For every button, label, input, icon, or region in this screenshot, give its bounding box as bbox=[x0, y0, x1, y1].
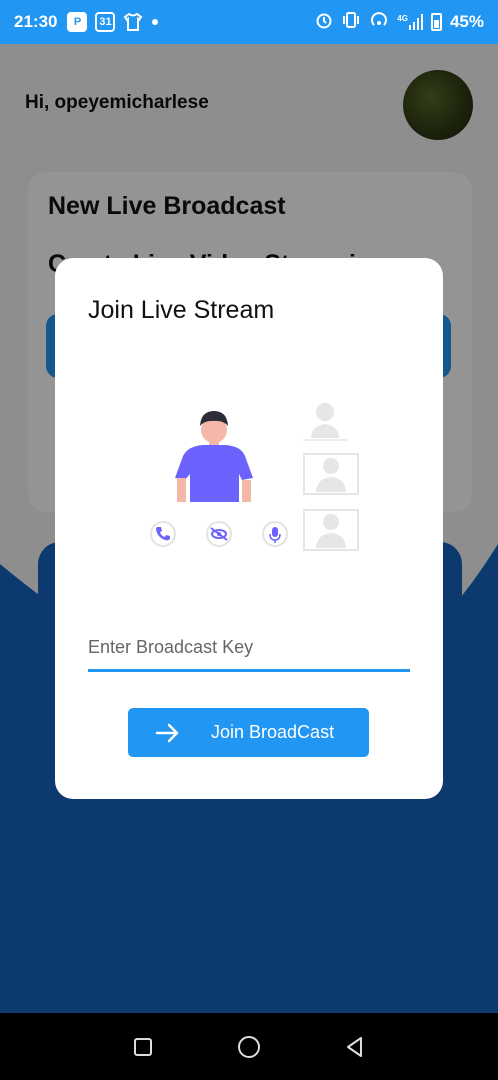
dot-icon bbox=[151, 18, 159, 26]
join-broadcast-label: Join BroadCast bbox=[211, 722, 335, 742]
alarm-icon bbox=[315, 11, 333, 34]
system-nav-bar bbox=[0, 1013, 498, 1080]
network-type: 4G bbox=[397, 14, 408, 23]
battery-icon bbox=[430, 13, 442, 31]
join-broadcast-button[interactable]: Join BroadCast bbox=[128, 708, 369, 757]
back-icon[interactable] bbox=[335, 1027, 375, 1067]
calendar-icon: 31 bbox=[95, 12, 116, 32]
participant-tile bbox=[303, 403, 348, 441]
dialog-title: Join Live Stream bbox=[88, 296, 275, 324]
participant-tile bbox=[303, 509, 359, 551]
calendar-day: 31 bbox=[99, 15, 112, 28]
join-stream-dialog: Join Live Stream Enter Broadcast Key Joi… bbox=[55, 258, 443, 799]
vibrate-icon bbox=[341, 11, 361, 34]
signal-icon: 4G bbox=[397, 14, 423, 30]
recent-apps-icon[interactable] bbox=[123, 1027, 163, 1067]
broadcast-key-input[interactable] bbox=[88, 620, 410, 672]
arrow-right-icon bbox=[155, 723, 179, 742]
parking-icon: P bbox=[67, 12, 88, 32]
battery-percent: 45% bbox=[449, 12, 484, 31]
hotspot-icon bbox=[369, 11, 389, 34]
shirt-icon bbox=[123, 13, 143, 31]
video-call-illustration bbox=[150, 403, 359, 551]
person-illustration bbox=[175, 411, 253, 502]
status-time: 21:30 bbox=[14, 12, 58, 31]
mic-icon bbox=[262, 521, 288, 547]
eye-off-icon bbox=[206, 521, 232, 547]
participant-tile bbox=[303, 453, 359, 495]
status-bar: 21:30 P 31 4G 45% bbox=[0, 0, 498, 44]
phone-icon bbox=[150, 521, 176, 547]
home-icon[interactable] bbox=[229, 1027, 269, 1067]
